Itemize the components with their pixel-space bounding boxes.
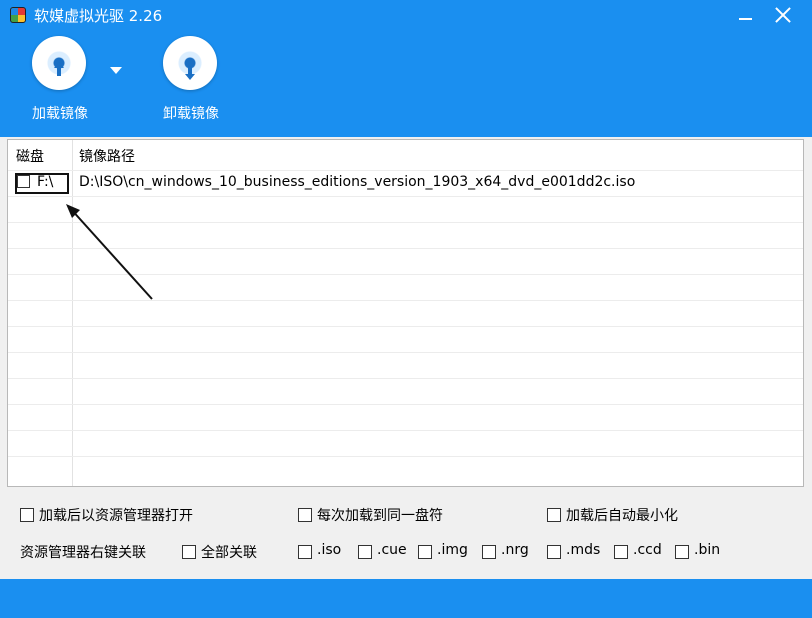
ext-cue-label: .cue xyxy=(377,542,407,558)
footer-bar xyxy=(0,579,812,618)
unmount-image-button[interactable]: 卸载镜像 xyxy=(146,36,236,126)
same-drive-checkbox[interactable] xyxy=(298,508,312,522)
mount-image-button[interactable]: 加载镜像 xyxy=(15,36,105,126)
row-divider xyxy=(8,456,803,457)
row-divider xyxy=(8,326,803,327)
unmount-image-label: 卸载镜像 xyxy=(163,106,219,122)
open-explorer-checkbox[interactable] xyxy=(20,508,34,522)
disc-eject-icon xyxy=(163,36,217,90)
ext-nrg-checkbox[interactable] xyxy=(482,545,496,559)
column-header-path[interactable]: 镜像路径 xyxy=(79,146,135,166)
auto-minimize-label: 加载后自动最小化 xyxy=(566,508,678,524)
row-divider xyxy=(8,430,803,431)
row-divider xyxy=(8,404,803,405)
ext-iso-label: .iso xyxy=(317,542,342,558)
ext-bin-checkbox[interactable] xyxy=(675,545,689,559)
ext-iso-checkbox[interactable] xyxy=(298,545,312,559)
open-explorer-label: 加载后以资源管理器打开 xyxy=(39,508,193,524)
app-logo-icon xyxy=(10,7,26,23)
ext-mds-label: .mds xyxy=(566,542,601,558)
header-bar: 软媒虚拟光驱 2.26 加载镜像 卸载镜像 xyxy=(0,0,812,137)
ext-ccd-label: .ccd xyxy=(633,542,662,558)
window-title: 软媒虚拟光驱 2.26 xyxy=(34,7,163,25)
column-header-disk[interactable]: 磁盘 xyxy=(16,146,44,166)
row-divider xyxy=(8,248,803,249)
row-divider xyxy=(8,300,803,301)
same-drive-label: 每次加载到同一盘符 xyxy=(317,508,443,524)
row-divider xyxy=(8,196,803,197)
close-button[interactable] xyxy=(772,4,794,26)
list-header: 磁盘 镜像路径 xyxy=(8,140,803,170)
ext-cue-checkbox[interactable] xyxy=(358,545,372,559)
all-association-checkbox[interactable] xyxy=(182,545,196,559)
row-checkbox[interactable] xyxy=(17,175,30,188)
minimize-button[interactable] xyxy=(735,4,757,26)
ext-img-checkbox[interactable] xyxy=(418,545,432,559)
row-divider xyxy=(8,352,803,353)
image-list[interactable]: 磁盘 镜像路径 F:\ D:\ISO\cn_windows_10_busines… xyxy=(7,139,804,487)
all-association-label: 全部关联 xyxy=(201,545,257,561)
ext-bin-label: .bin xyxy=(694,542,721,558)
row-divider xyxy=(8,274,803,275)
drive-letter: F:\ xyxy=(37,174,54,190)
row-divider xyxy=(8,222,803,223)
ext-mds-checkbox[interactable] xyxy=(547,545,561,559)
row-divider xyxy=(8,378,803,379)
disc-mount-icon xyxy=(32,36,86,90)
chevron-down-icon[interactable] xyxy=(110,67,122,74)
auto-minimize-checkbox[interactable] xyxy=(547,508,561,522)
ext-nrg-label: .nrg xyxy=(501,542,529,558)
ext-ccd-checkbox[interactable] xyxy=(614,545,628,559)
explorer-association-label: 资源管理器右键关联 xyxy=(20,545,146,561)
table-row[interactable]: F:\ D:\ISO\cn_windows_10_business_editio… xyxy=(8,170,803,196)
image-path: D:\ISO\cn_windows_10_business_editions_v… xyxy=(79,174,636,190)
mount-image-label: 加载镜像 xyxy=(32,106,88,122)
ext-img-label: .img xyxy=(437,542,468,558)
